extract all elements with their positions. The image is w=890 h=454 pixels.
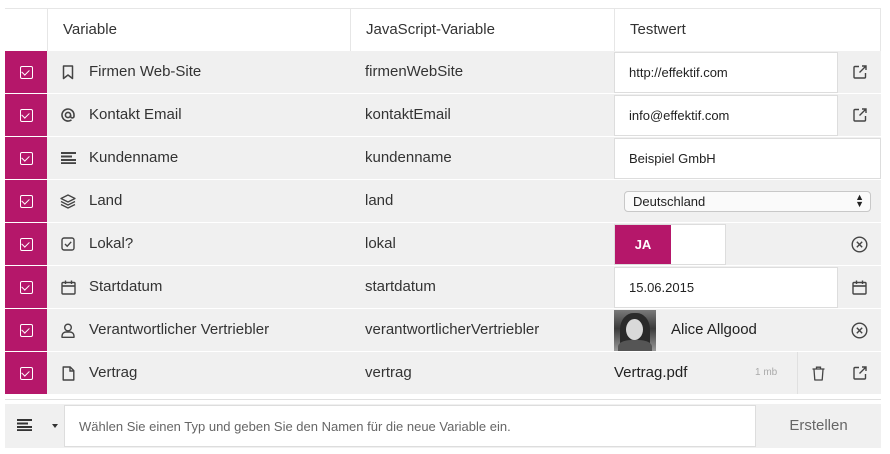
- variable-name: Verantwortlicher Vertriebler: [89, 321, 270, 338]
- new-variable-bar: Erstellen: [5, 404, 881, 448]
- divider: [5, 399, 881, 400]
- table-row: Vertrag vertrag Vertrag.pdf 1 mb: [5, 352, 881, 395]
- external-link-icon[interactable]: [838, 51, 881, 93]
- country-select[interactable]: Deutschland ▲ ▼: [624, 191, 871, 212]
- table-row: Verantwortlicher Vertriebler verantwortl…: [5, 309, 881, 352]
- checkbox-check-icon: [19, 108, 33, 122]
- row-checkbox[interactable]: [5, 180, 47, 222]
- variable-name: Lokal?: [89, 235, 134, 252]
- row-checkbox[interactable]: [5, 51, 47, 93]
- caret-down-icon: [52, 424, 58, 428]
- variable-name: Land: [89, 192, 123, 209]
- variable-name: Vertrag: [89, 364, 138, 381]
- row-checkbox[interactable]: [5, 94, 47, 136]
- variable-name: Kontakt Email: [89, 106, 182, 123]
- js-variable-name: startdatum: [365, 278, 436, 295]
- table-row: Firmen Web-Site firmenWebSite http://eff…: [5, 51, 881, 94]
- column-header-test-value: Testwert: [614, 9, 881, 52]
- variable-name: Startdatum: [89, 278, 163, 295]
- toggle-yes-label: JA: [615, 225, 671, 264]
- table-row: Land land Deutschland ▲ ▼: [5, 180, 881, 223]
- assigned-user-name[interactable]: Alice Allgood: [671, 309, 757, 351]
- variables-table: Variable JavaScript-Variable Testwert Fi…: [5, 8, 881, 395]
- variable-name: Firmen Web-Site: [89, 63, 202, 80]
- start-date-test-input[interactable]: 15.06.2015: [614, 267, 838, 308]
- create-button[interactable]: Erstellen: [756, 404, 881, 448]
- table-row: Kontakt Email kontaktEmail info@effektif…: [5, 94, 881, 137]
- document-icon: [60, 365, 76, 381]
- table-row: Kundenname kundenname Beispiel GmbH: [5, 137, 881, 180]
- external-link-icon[interactable]: [838, 94, 881, 136]
- country-select-value: Deutschland: [633, 194, 706, 209]
- trash-icon[interactable]: [797, 352, 838, 394]
- file-size: 1 mb: [755, 367, 778, 378]
- column-header-js-variable: JavaScript-Variable: [350, 9, 614, 52]
- table-row: Startdatum startdatum 15.06.2015: [5, 266, 881, 309]
- variable-name: Kundenname: [89, 149, 179, 166]
- email-test-input[interactable]: info@effektif.com: [614, 95, 838, 136]
- checkbox-icon: [60, 236, 76, 252]
- js-variable-name: kontaktEmail: [365, 106, 451, 123]
- bookmark-icon: [60, 64, 76, 80]
- row-checkbox[interactable]: [5, 223, 47, 265]
- file-name[interactable]: Vertrag.pdf: [614, 352, 687, 394]
- calendar-picker-icon[interactable]: [838, 266, 881, 308]
- js-variable-name: firmenWebSite: [365, 63, 464, 80]
- calendar-icon: [60, 279, 76, 295]
- external-link-icon[interactable]: [838, 352, 881, 394]
- checkbox-check-icon: [19, 151, 33, 165]
- customer-name-test-input[interactable]: Beispiel GmbH: [614, 138, 881, 179]
- checkbox-check-icon: [19, 366, 33, 380]
- checkbox-check-icon: [19, 65, 33, 79]
- js-variable-name: verantwortlicherVertriebler: [365, 321, 540, 338]
- table-row: Lokal? lokal JA: [5, 223, 881, 266]
- js-variable-name: kundenname: [365, 149, 452, 166]
- user-icon: [60, 322, 76, 338]
- avatar: [614, 310, 656, 351]
- js-variable-name: vertrag: [365, 364, 412, 381]
- checkbox-check-icon: [19, 237, 33, 251]
- at-sign-icon: [60, 107, 76, 123]
- clear-icon[interactable]: [838, 223, 881, 265]
- table-header: Variable JavaScript-Variable Testwert: [5, 8, 881, 52]
- text-lines-icon: [17, 418, 32, 435]
- checkbox-check-icon: [19, 280, 33, 294]
- layers-icon: [60, 193, 76, 209]
- checkbox-check-icon: [19, 194, 33, 208]
- checkbox-check-icon: [19, 323, 33, 337]
- local-toggle[interactable]: JA: [614, 224, 726, 265]
- website-test-input[interactable]: http://effektif.com: [614, 52, 838, 93]
- text-lines-icon: [60, 150, 76, 166]
- js-variable-name: lokal: [365, 235, 396, 252]
- row-checkbox[interactable]: [5, 266, 47, 308]
- clear-icon[interactable]: [838, 309, 881, 351]
- js-variable-name: land: [365, 192, 394, 209]
- row-checkbox[interactable]: [5, 352, 47, 394]
- select-arrows-icon: ▲ ▼: [855, 192, 864, 209]
- row-checkbox[interactable]: [5, 137, 47, 179]
- type-dropdown[interactable]: [5, 404, 63, 448]
- row-checkbox[interactable]: [5, 309, 47, 351]
- new-variable-name-input[interactable]: [64, 405, 756, 447]
- column-header-variable: Variable: [47, 9, 350, 52]
